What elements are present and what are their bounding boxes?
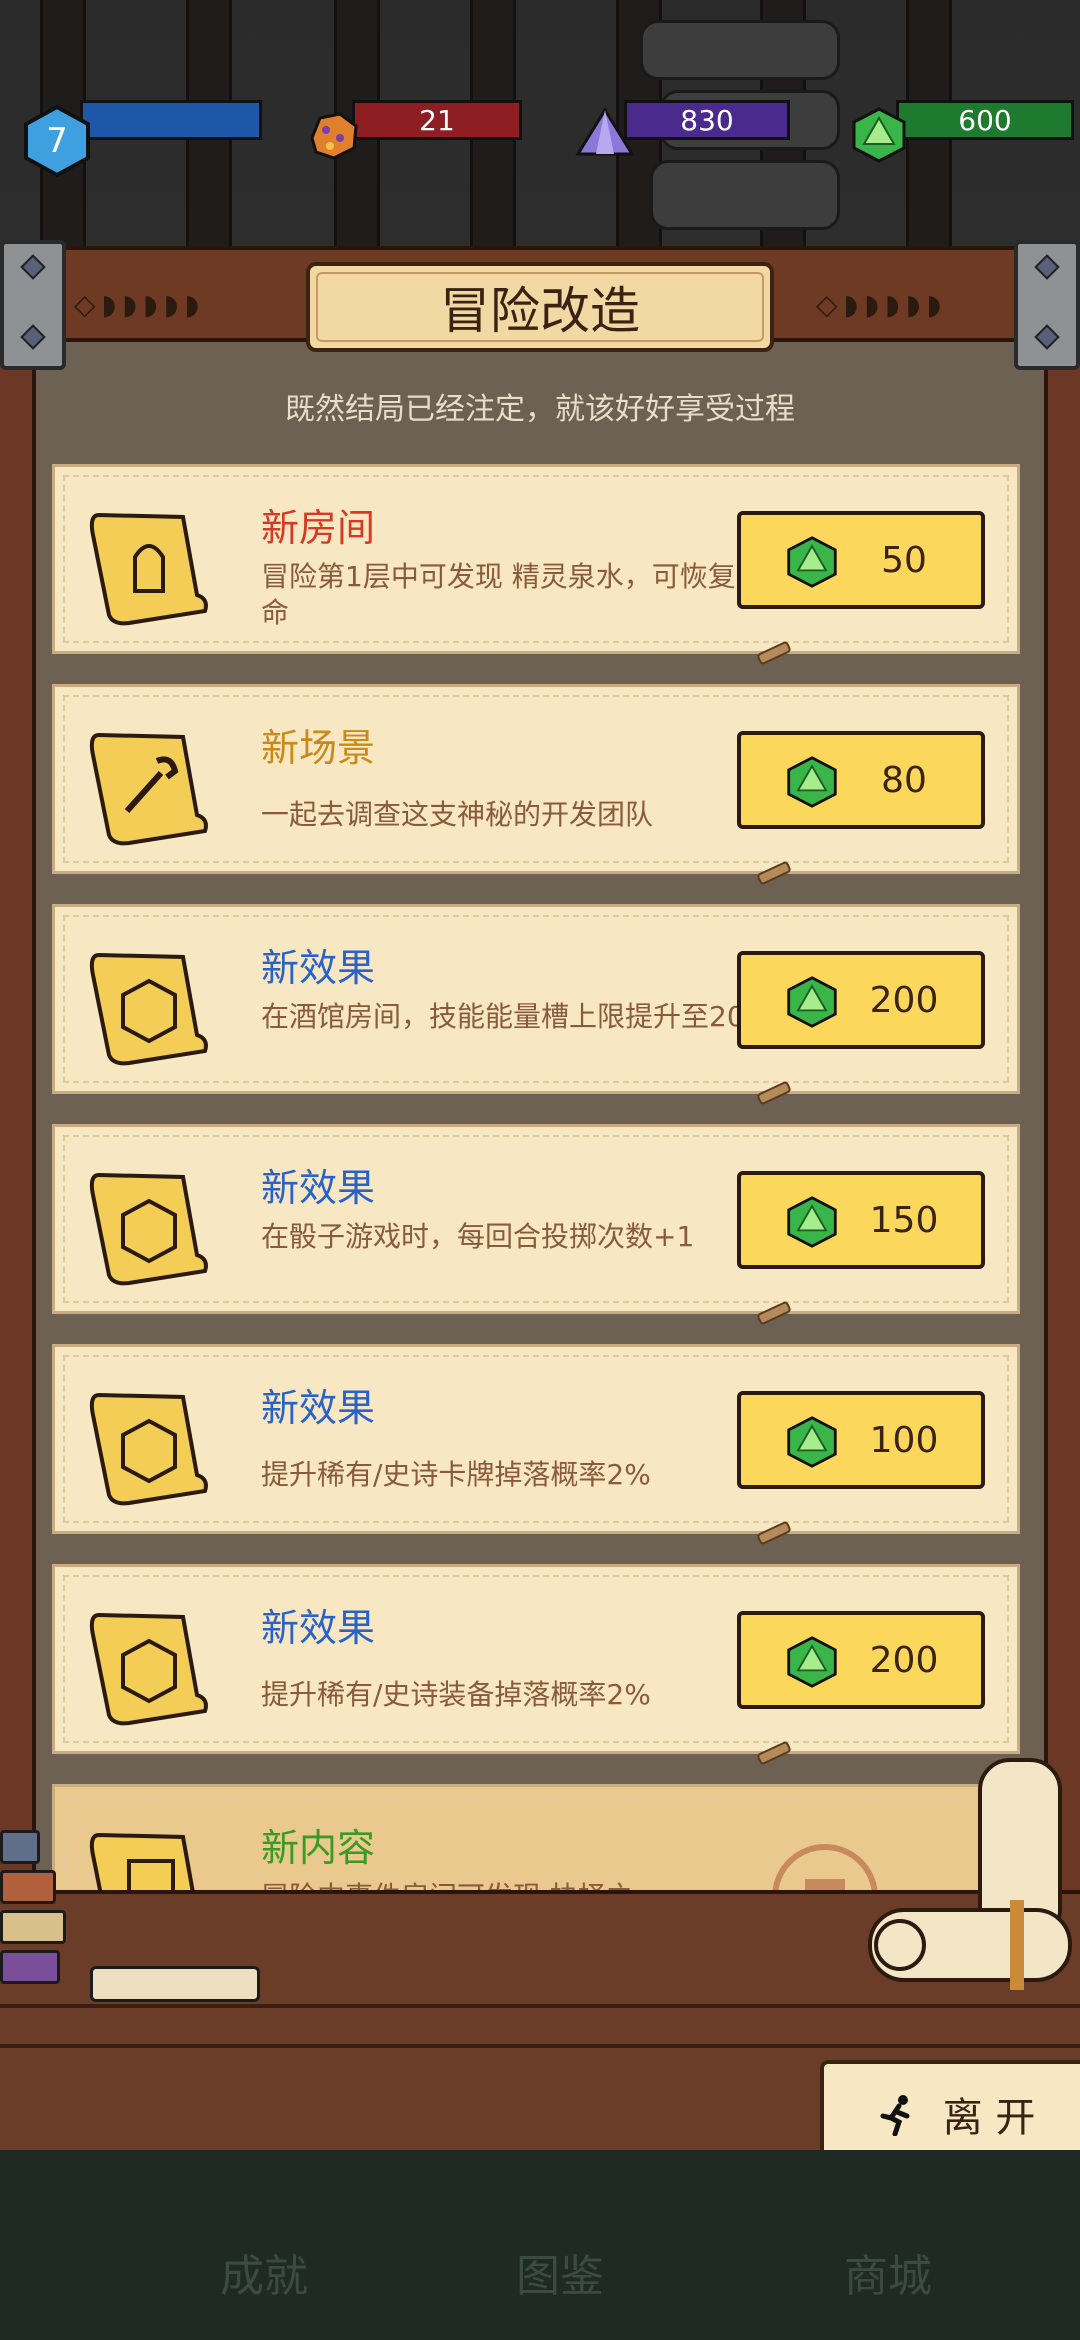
price-value: 200 [869, 1639, 939, 1681]
rune-decoration-right: ◇◗◗◗◗◗ [816, 288, 948, 321]
green-gem-icon [787, 536, 837, 588]
card-description: 提升稀有/史诗装备掉落概率2% [261, 1678, 651, 1711]
crystal-value: 830 [624, 100, 790, 140]
page-title-text: 冒险改造 [440, 282, 640, 340]
stone [640, 20, 840, 80]
book-stack [0, 1830, 70, 2010]
card-title: 新效果 [261, 1386, 376, 1430]
running-man-icon [880, 2095, 910, 2136]
scroll-document-icon [89, 1832, 195, 1890]
green-gem-icon [787, 1636, 837, 1688]
page-title: 冒险改造 [306, 262, 774, 352]
parchment-rolls-icon [868, 1758, 1072, 1990]
green-gem-icon [787, 756, 837, 808]
buy-button[interactable]: 200 [737, 951, 985, 1049]
level-bar [80, 100, 262, 140]
frame-left [0, 340, 36, 1940]
upgrade-card: 新房间 冒险第1层中可发现 精灵泉水，可恢复生命 50 [52, 464, 1020, 666]
buy-button[interactable]: 100 [737, 1391, 985, 1489]
card-description: 在酒馆房间，技能能量槽上限提升至20 [261, 1000, 745, 1033]
card-title: 新效果 [261, 946, 376, 990]
scroll-room-icon [89, 512, 208, 626]
svg-text:7: 7 [46, 121, 68, 161]
price-value: 100 [869, 1419, 939, 1461]
pin-decoration [756, 1520, 792, 1546]
pin-decoration [756, 1080, 792, 1106]
card-title: 新房间 [261, 506, 376, 550]
upgrade-card: 新场景 一起去调查这支神秘的开发团队 80 [52, 684, 1020, 886]
stone [650, 160, 840, 230]
scroll-dice-icon [89, 952, 208, 1066]
card-description: 一起去调查这支神秘的开发团队 [261, 798, 654, 831]
upgrade-card: 新效果 提升稀有/史诗装备掉落概率2% 200 [52, 1564, 1020, 1766]
ore-icon [310, 112, 358, 160]
crystal-pyramid-icon [575, 107, 635, 156]
buy-button[interactable]: 80 [737, 731, 985, 829]
pin-decoration [756, 860, 792, 886]
card-description: 冒险第1层中可发现 精灵泉水，可恢复生命 [261, 560, 764, 629]
price-value: 50 [881, 539, 927, 581]
card-description: 在骰子游戏时，每回合投掷次数+1 [261, 1220, 695, 1253]
buy-button[interactable]: 150 [737, 1171, 985, 1269]
upgrade-card: 新效果 在酒馆房间，技能能量槽上限提升至20 200 [52, 904, 1020, 1106]
frame-right [1044, 340, 1080, 1940]
card-title: 新效果 [261, 1166, 376, 1210]
scroll-dice-icon [89, 1392, 208, 1506]
nav-achievements[interactable]: 成就 [220, 2240, 308, 2304]
scroll-wrench-icon [89, 732, 208, 846]
card-title: 新效果 [261, 1606, 376, 1650]
price-value: 80 [881, 759, 927, 801]
green-gem-icon [787, 1196, 837, 1248]
pin-decoration [756, 1300, 792, 1326]
green-gem-icon [852, 107, 906, 163]
card-title: 新场景 [261, 726, 376, 770]
scroll-dice-icon [89, 1612, 208, 1726]
book [90, 1966, 260, 2002]
green-gem-icon [787, 1416, 837, 1468]
pin-decoration [756, 640, 792, 666]
stone-corner-right [1014, 240, 1080, 370]
rune-decoration-left: ◇◗◗◗◗◗ [74, 288, 206, 321]
price-value: 150 [869, 1199, 939, 1241]
buy-button[interactable]: 50 [737, 511, 985, 609]
stone-corner-left [0, 240, 66, 370]
level-hexagon-icon: 7 [24, 104, 90, 178]
gem-value: 600 [896, 100, 1074, 140]
nav-codex[interactable]: 图鉴 [516, 2240, 604, 2304]
upgrade-card: 新效果 在骰子游戏时，每回合投掷次数+1 150 [52, 1124, 1020, 1326]
nav-shop[interactable]: 商城 [844, 2240, 932, 2304]
card-description: 冒险中事件房间可发现 抉择之 [261, 1879, 781, 1890]
scroll-dice-icon [89, 1172, 208, 1286]
leave-button-label: 离 开 [942, 2095, 1036, 2141]
pin-decoration [756, 1740, 792, 1766]
upgrade-card: 新效果 提升稀有/史诗卡牌掉落概率2% 100 [52, 1344, 1020, 1546]
green-gem-icon [787, 976, 837, 1028]
page-subtitle: 既然结局已经注定，就该好好享受过程 [285, 392, 795, 427]
price-value: 200 [869, 979, 939, 1021]
upgrade-list[interactable]: 新房间 冒险第1层中可发现 精灵泉水，可恢复生命 50 新场景 一起去调查这支神… [52, 464, 1020, 1890]
buy-button[interactable]: 200 [737, 1611, 985, 1709]
ore-value: 21 [352, 100, 522, 140]
card-description: 提升稀有/史诗卡牌掉落概率2% [261, 1458, 651, 1491]
card-title: 新内容 [261, 1826, 376, 1870]
